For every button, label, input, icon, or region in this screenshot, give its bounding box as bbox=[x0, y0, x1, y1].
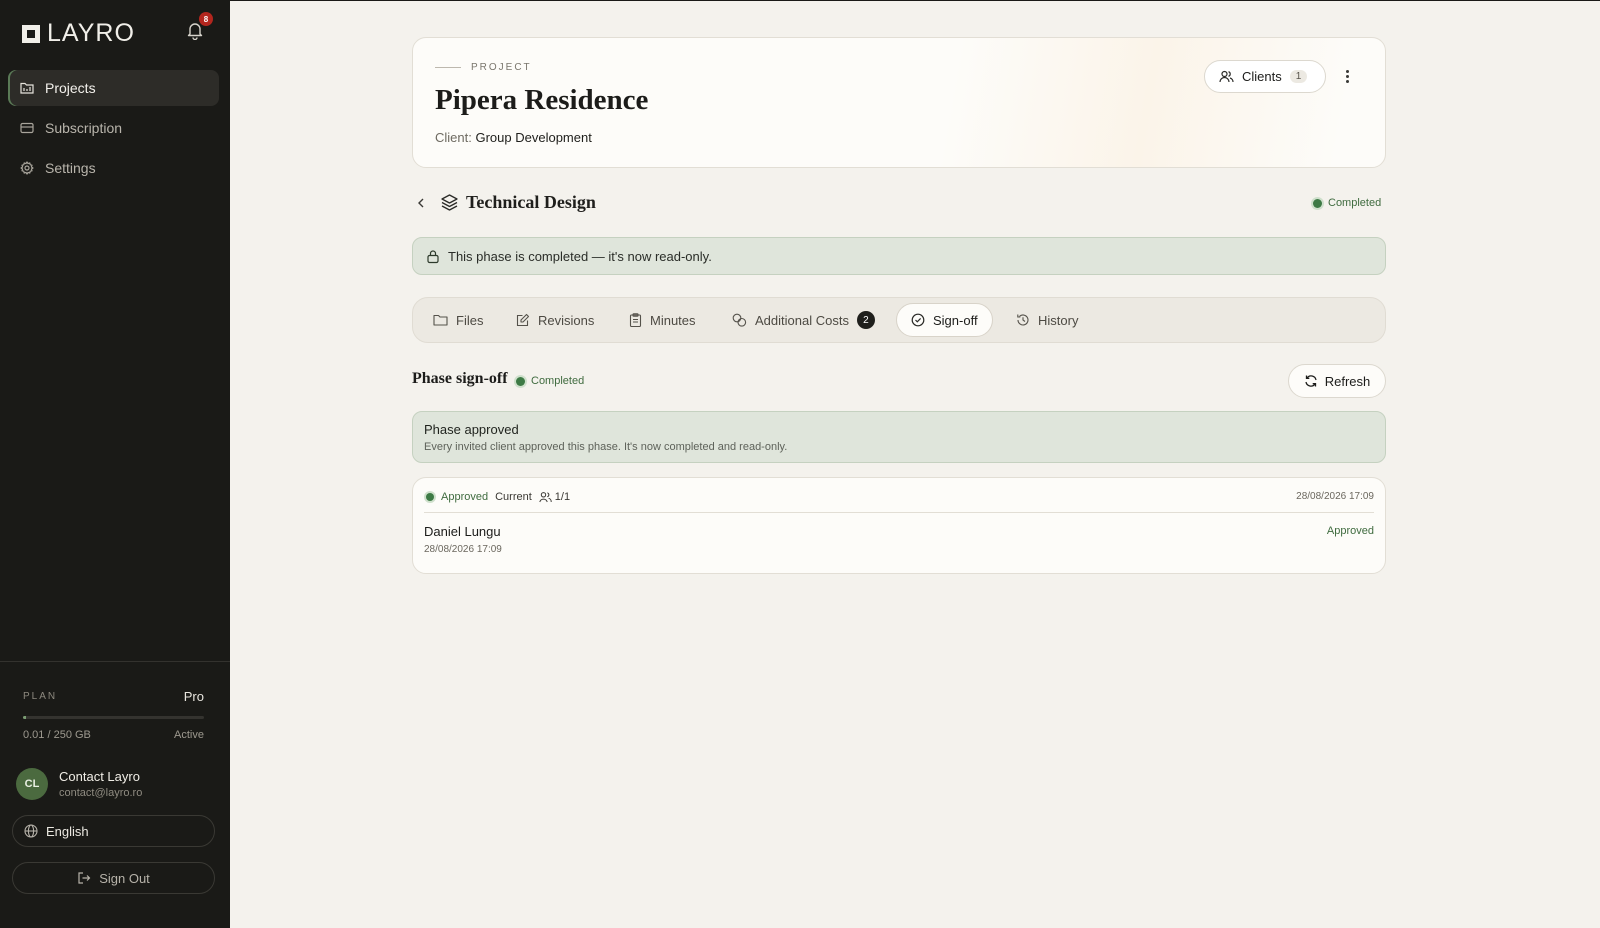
status-dot bbox=[426, 493, 434, 501]
user-name: Contact Layro bbox=[59, 769, 140, 784]
client-name: Group Development bbox=[475, 130, 592, 145]
globe-icon bbox=[24, 824, 38, 838]
card-icon bbox=[20, 122, 34, 134]
status-dot bbox=[1313, 198, 1322, 208]
users-icon bbox=[539, 492, 552, 503]
language-selector[interactable]: English bbox=[12, 815, 215, 847]
back-chevron-icon[interactable] bbox=[414, 195, 428, 211]
sidebar-item-label: Projects bbox=[45, 80, 96, 96]
language-label: English bbox=[46, 823, 89, 839]
lock-icon bbox=[427, 249, 439, 263]
clients-button[interactable]: Clients 1 bbox=[1204, 60, 1326, 93]
dot-icon bbox=[1345, 74, 1349, 78]
refresh-label: Refresh bbox=[1324, 373, 1371, 389]
project-label-rule bbox=[435, 67, 461, 68]
sidebar-item-settings[interactable]: Settings bbox=[8, 150, 219, 186]
tab-label: Revisions bbox=[538, 312, 595, 328]
plan-status: Active bbox=[174, 729, 204, 741]
phase-title: Technical Design bbox=[466, 192, 596, 212]
approved-banner-text: Every invited client approved this phase… bbox=[424, 441, 788, 453]
tab-label: Minutes bbox=[650, 312, 696, 328]
tab-label: Additional Costs bbox=[755, 312, 849, 328]
storage-progress-fill bbox=[23, 716, 26, 719]
folder-icon bbox=[433, 314, 448, 326]
folder-icon bbox=[20, 82, 34, 94]
record-approval-count: 1/1 bbox=[539, 491, 570, 503]
client-label: Client: bbox=[435, 130, 472, 145]
record-status: Approved bbox=[441, 491, 489, 503]
sidebar-nav: Projects Subscription Settings bbox=[8, 70, 219, 190]
project-title: Pipera Residence bbox=[435, 84, 649, 116]
tab-history[interactable]: History bbox=[1002, 303, 1092, 337]
record-current-tag: Current bbox=[495, 491, 532, 503]
tab-label: Sign-off bbox=[933, 312, 978, 328]
refresh-button[interactable]: Refresh bbox=[1288, 364, 1386, 398]
users-icon bbox=[1219, 70, 1234, 83]
readonly-message: This phase is completed — it's now read-… bbox=[448, 248, 712, 264]
top-border bbox=[0, 0, 1600, 1]
tab-revisions[interactable]: Revisions bbox=[502, 303, 608, 337]
layers-icon bbox=[441, 194, 458, 211]
signer-status: Approved bbox=[1326, 525, 1374, 537]
dot-icon bbox=[1345, 79, 1349, 83]
signoff-status-label: Completed bbox=[531, 375, 585, 387]
edit-icon bbox=[516, 313, 530, 327]
phase-approved-banner: Phase approved Every invited client appr… bbox=[412, 411, 1386, 463]
tab-minutes[interactable]: Minutes bbox=[615, 303, 710, 337]
phase-status-badge: Completed bbox=[1313, 197, 1381, 209]
refresh-icon bbox=[1305, 375, 1317, 387]
sidebar-item-label: Settings bbox=[45, 160, 96, 176]
tab-sign-off[interactable]: Sign-off bbox=[896, 303, 993, 337]
sidebar-item-subscription[interactable]: Subscription bbox=[8, 110, 219, 146]
record-divider bbox=[424, 512, 1374, 513]
brand-name: LAYRO bbox=[47, 19, 135, 47]
project-label: PROJECT bbox=[471, 62, 532, 73]
phase-tabs: Files Revisions Minutes Additional Costs… bbox=[412, 297, 1386, 343]
signoff-status-badge: Completed bbox=[516, 375, 584, 387]
more-options-button[interactable] bbox=[1341, 66, 1353, 86]
project-header-card: PROJECT Pipera Residence Client: Group D… bbox=[412, 37, 1386, 168]
coins-icon bbox=[732, 313, 747, 327]
project-client: Client: Group Development bbox=[435, 130, 592, 145]
record-date: 28/08/2026 17:09 bbox=[1296, 491, 1374, 502]
plan-label: PLAN bbox=[23, 691, 58, 702]
signoff-record-card: Approved Current 1/1 28/08/2026 17:09 Da… bbox=[412, 477, 1386, 574]
approved-banner-title: Phase approved bbox=[424, 422, 519, 437]
sign-out-label: Sign Out bbox=[99, 870, 150, 886]
tab-additional-costs[interactable]: Additional Costs 2 bbox=[718, 303, 889, 337]
sidebar: LAYRO 8 Projects Subscription Settings P… bbox=[0, 0, 230, 928]
tab-label: History bbox=[1038, 312, 1079, 328]
user-email: contact@layro.ro bbox=[59, 787, 143, 799]
clients-label: Clients bbox=[1242, 69, 1282, 84]
storage-usage: 0.01 / 250 GB bbox=[23, 729, 91, 741]
history-icon bbox=[1017, 314, 1029, 326]
dot-icon bbox=[1345, 69, 1349, 73]
sign-out-button[interactable]: Sign Out bbox=[12, 862, 215, 894]
record-count-label: 1/1 bbox=[554, 491, 571, 503]
status-dot bbox=[516, 376, 525, 386]
record-header: Approved Current 1/1 bbox=[426, 491, 570, 503]
signoff-title: Phase sign-off bbox=[412, 370, 508, 387]
sidebar-item-label: Subscription bbox=[45, 120, 123, 136]
clipboard-icon bbox=[629, 313, 642, 327]
brand-logo[interactable]: LAYRO bbox=[21, 19, 135, 48]
sidebar-item-projects[interactable]: Projects bbox=[8, 70, 219, 106]
logo-mark-icon bbox=[22, 24, 40, 43]
signer-name: Daniel Lungu bbox=[424, 524, 501, 539]
tab-count-badge: 2 bbox=[856, 311, 875, 329]
phase-status-label: Completed bbox=[1328, 197, 1382, 209]
sidebar-divider bbox=[0, 661, 230, 662]
readonly-banner: This phase is completed — it's now read-… bbox=[412, 237, 1386, 275]
notification-badge: 8 bbox=[199, 12, 213, 26]
storage-progress-bar bbox=[23, 716, 204, 719]
clients-count-badge: 1 bbox=[1289, 70, 1308, 83]
avatar[interactable]: CL bbox=[16, 768, 48, 800]
tab-label: Files bbox=[456, 312, 484, 328]
gear-icon bbox=[20, 161, 34, 175]
signer-date: 28/08/2026 17:09 bbox=[424, 544, 502, 555]
tab-files[interactable]: Files bbox=[419, 303, 497, 337]
plan-value: Pro bbox=[183, 689, 204, 704]
sign-out-icon bbox=[78, 872, 91, 884]
check-circle-icon bbox=[911, 313, 925, 327]
